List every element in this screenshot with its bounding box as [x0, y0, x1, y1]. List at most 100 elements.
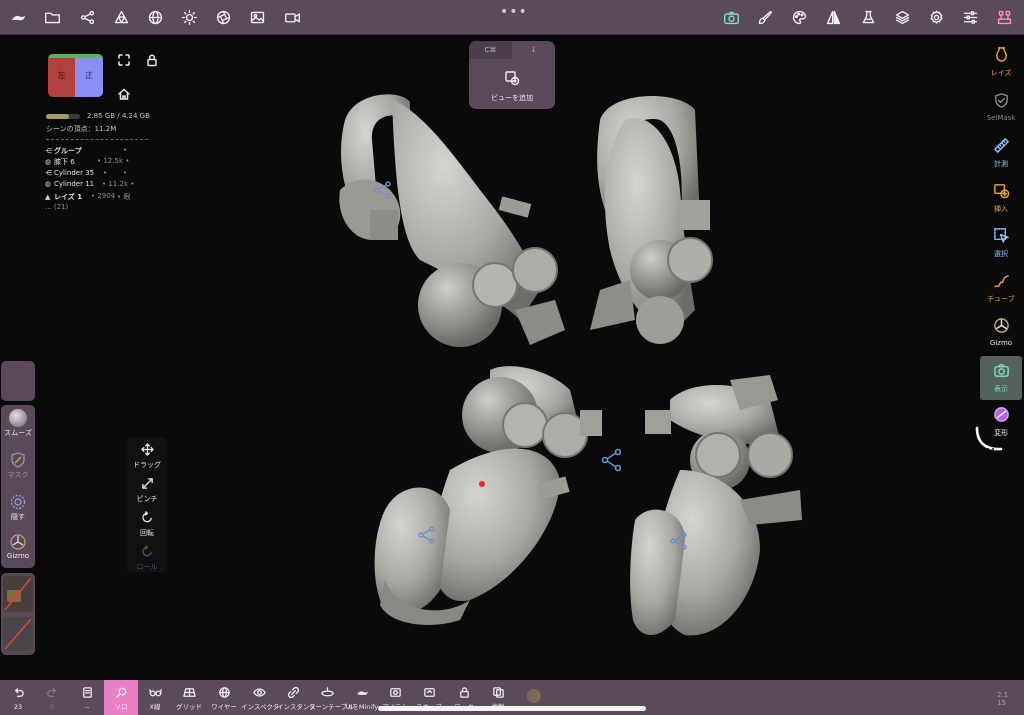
video-icon[interactable]	[280, 5, 304, 29]
brush-icon[interactable]	[753, 5, 777, 29]
wireframe-button[interactable]: ワイヤー	[207, 680, 241, 715]
rotate-gesture: 回転	[127, 509, 167, 538]
minify-ui-button[interactable]: UIをMinify	[345, 680, 379, 715]
aperture-icon[interactable]	[211, 5, 235, 29]
snapshot-icon	[423, 688, 435, 697]
glasses-icon	[148, 689, 162, 697]
model-part-top-right[interactable]	[590, 96, 713, 344]
turntable-icon	[320, 687, 334, 697]
navcube-top-face[interactable]	[48, 54, 103, 58]
mesh-icon: ▲	[45, 192, 51, 201]
material-slot-2[interactable]	[3, 617, 33, 651]
solo-button[interactable]: ソロ	[104, 680, 138, 715]
mesh-icon[interactable]	[109, 5, 133, 29]
layers-icon[interactable]	[890, 5, 914, 29]
smooth-tool[interactable]: スムーズ	[1, 409, 35, 438]
3d-viewport[interactable]	[300, 80, 840, 660]
add-view-tab-down[interactable]: ↓	[512, 41, 555, 59]
tree-row[interactable]: ◍ 膝下 6 • 12.5k •	[45, 157, 155, 168]
tool-gizmo[interactable]: Gizmo	[980, 317, 1022, 347]
navcube-left-face[interactable]: 左	[48, 54, 75, 97]
app-logo-icon	[356, 691, 368, 695]
home-icon[interactable]	[117, 86, 131, 100]
inspector-button[interactable]: インスペクタ	[241, 680, 279, 715]
hide-icon	[9, 493, 27, 511]
tool-insert[interactable]: 挿入	[980, 182, 1022, 214]
hierarchy-icon[interactable]	[992, 5, 1016, 29]
deform-icon	[993, 407, 1009, 422]
folder-icon[interactable]	[40, 5, 64, 29]
redo-button[interactable]: 0	[38, 680, 66, 715]
gizmo-icon	[9, 533, 27, 551]
undo-icon	[14, 688, 24, 697]
navcube-front-face[interactable]: 正	[75, 54, 103, 97]
grid-button[interactable]: グリッド	[173, 680, 205, 715]
sun-icon[interactable]	[177, 5, 201, 29]
model-part-top-left[interactable]	[339, 94, 565, 347]
drag-handle-icon[interactable]	[975, 424, 1005, 452]
tool-tube[interactable]: チューブ	[980, 272, 1022, 304]
scene-vertex-count: シーンの頂点：11.2M	[46, 125, 117, 133]
material-dot[interactable]	[527, 689, 541, 703]
palette-icon[interactable]	[787, 5, 811, 29]
navigation-cube[interactable]: 左 正	[48, 54, 103, 97]
tree-row[interactable]: ◍ Cylinder 11 • 11.2k •	[45, 180, 155, 191]
vase-icon	[995, 47, 1007, 62]
eye-icon	[252, 688, 266, 697]
ruler-icon	[993, 138, 1009, 153]
insert-icon	[993, 184, 1009, 199]
lock-icon[interactable]	[145, 52, 159, 67]
rotate-icon	[141, 511, 152, 523]
wireframe-sphere-icon	[218, 687, 230, 698]
tree-row[interactable]: ⋲ グループ •	[45, 146, 155, 157]
left-material-panel	[1, 573, 35, 655]
image-icon[interactable]	[245, 5, 269, 29]
tool-selmask[interactable]: SelMask	[980, 92, 1022, 122]
gear-icon[interactable]	[924, 5, 948, 29]
sliders-icon[interactable]	[958, 5, 982, 29]
memory-usage: 2.85 GB / 4.24 GB	[87, 112, 150, 120]
redo-icon	[46, 688, 56, 697]
app-logo-icon[interactable]	[6, 5, 30, 29]
material-slot-1[interactable]	[3, 576, 33, 612]
sphere-icon: ◍	[45, 180, 52, 189]
tool-select[interactable]: 選択	[980, 227, 1022, 259]
model-part-bottom-right[interactable]	[630, 375, 802, 636]
tool-raise[interactable]: レイズ	[980, 46, 1022, 78]
tool-view[interactable]: 表示	[980, 356, 1022, 400]
xray-button[interactable]: X線	[141, 680, 169, 715]
model-part-bottom-left[interactable]	[374, 366, 602, 625]
window-dots[interactable]: •••	[500, 4, 528, 20]
tool-measure[interactable]: 計測	[980, 137, 1022, 169]
hide-tool[interactable]: 隠す	[1, 493, 35, 522]
turntable-button[interactable]: ターンテーブル	[309, 680, 354, 715]
history-button[interactable]: --	[73, 680, 101, 715]
tree-row[interactable]: ... (21)	[45, 203, 155, 214]
flask-icon[interactable]	[856, 5, 880, 29]
gizmo-tool[interactable]: Gizmo	[1, 533, 35, 560]
link-icon[interactable]	[601, 448, 622, 472]
search-icon	[115, 687, 126, 698]
mask-tool[interactable]: マスク	[1, 451, 35, 480]
tube-icon	[993, 275, 1009, 287]
left-slider-panel[interactable]	[1, 361, 35, 401]
share-icon[interactable]	[75, 5, 99, 29]
instance-button[interactable]: インスタンス	[277, 680, 316, 715]
roll-gesture: ロール	[127, 543, 167, 572]
tree-row[interactable]: ▲ レイズ 1 • 2904 • 眼	[45, 192, 155, 203]
pinch-icon	[141, 478, 153, 489]
sphere-icon: ◍	[45, 158, 52, 167]
globe-icon[interactable]	[143, 5, 167, 29]
add-view-tab-shortcut[interactable]: C⌘	[469, 41, 512, 59]
left-tools-panel: スムーズ マスク 隠す Gizmo	[1, 405, 35, 568]
drag-gesture: ドラッグ	[127, 441, 167, 470]
gesture-hints: ドラッグ ピンチ 回転 ロール	[127, 437, 167, 572]
gizmo-icon	[993, 318, 1009, 333]
tree-row[interactable]: ⋲ Cylinder 35 • •	[45, 169, 155, 180]
memory-bar	[46, 114, 80, 119]
camera-icon[interactable]	[719, 5, 743, 29]
mirror-icon[interactable]	[821, 5, 845, 29]
home-indicator[interactable]	[378, 706, 646, 711]
undo-button[interactable]: 23	[4, 680, 32, 715]
fullscreen-icon[interactable]	[117, 52, 131, 66]
